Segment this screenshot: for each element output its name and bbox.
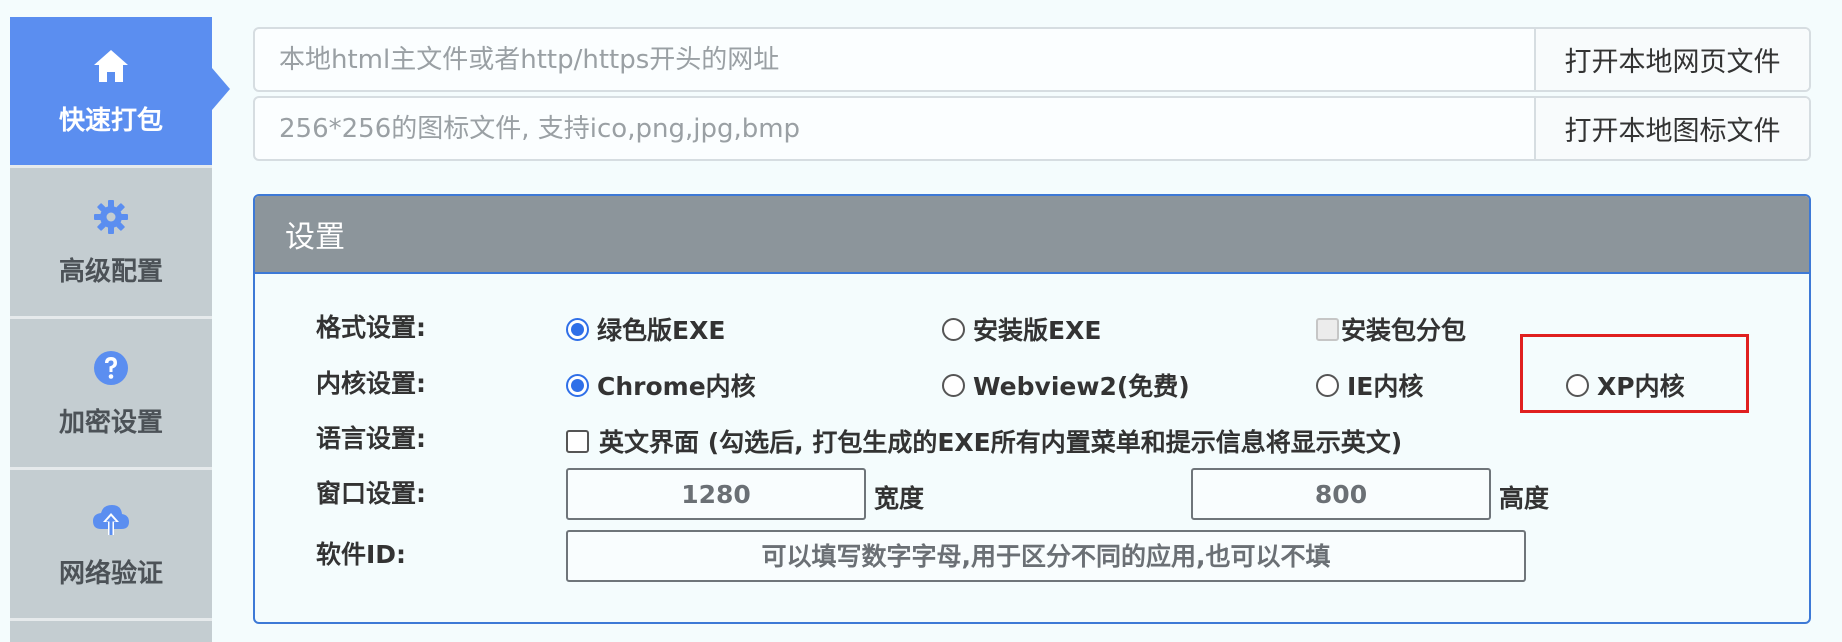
option-label: Webview2(免费): [973, 372, 1190, 401]
english-ui-checkbox[interactable]: 英文界面 (勾选后, 打包生成的EXE所有内置菜单和提示信息将显示英文): [566, 423, 1402, 459]
sidebar-item-label: 快速打包: [58, 105, 163, 136]
radio-icon: [942, 317, 965, 341]
cloud-upload-icon: [91, 499, 131, 539]
width-unit-label: 宽度: [874, 484, 925, 513]
sidebar-item-quick-pack[interactable]: 快速打包: [10, 17, 212, 165]
xp-kernel-highlight: [1520, 334, 1749, 413]
icon-file-row: 打开本地图标文件: [253, 96, 1811, 161]
divider: [10, 618, 212, 621]
option-label: IE内核: [1347, 372, 1424, 401]
language-settings-label: 语言设置:: [316, 424, 426, 453]
icon-path-input[interactable]: [255, 98, 1534, 159]
option-label: 安装版EXE: [973, 316, 1102, 345]
sidebar-item-label: 加密设置: [58, 407, 163, 438]
option-label: 英文界面 (勾选后, 打包生成的EXE所有内置菜单和提示信息将显示英文): [599, 428, 1403, 457]
radio-selected-icon: [566, 373, 589, 397]
software-id-label: 软件ID:: [316, 540, 407, 569]
checkbox-disabled-icon: [1316, 317, 1339, 341]
software-id-input[interactable]: [568, 532, 1524, 580]
gear-icon: [91, 197, 131, 237]
question-circle-icon: [91, 348, 131, 388]
sidebar-item-label: 网络验证: [58, 558, 163, 589]
radio-selected-icon: [566, 317, 589, 341]
open-local-webpage-button[interactable]: 打开本地网页文件: [1534, 29, 1809, 90]
format-green-exe-radio[interactable]: 绿色版EXE: [566, 311, 725, 347]
checkbox-icon: [566, 429, 589, 453]
format-settings-label: 格式设置:: [316, 313, 426, 342]
format-install-exe-radio[interactable]: 安装版EXE: [942, 311, 1101, 347]
window-height-input[interactable]: [1193, 470, 1489, 518]
kernel-webview2-radio[interactable]: Webview2(免费): [942, 367, 1190, 403]
home-icon: [91, 46, 131, 86]
sidebar: 快速打包 高级配置 加密设置 网络验证: [10, 17, 212, 642]
radio-icon: [1316, 373, 1339, 397]
window-height-field: [1191, 468, 1491, 520]
sidebar-item-label: 高级配置: [58, 256, 163, 287]
window-width-input[interactable]: [568, 470, 864, 518]
radio-icon: [942, 373, 965, 397]
option-label: 安装包分包: [1341, 316, 1467, 345]
software-id-field: [566, 530, 1526, 582]
sidebar-item-network-verify[interactable]: 网络验证: [10, 470, 212, 618]
split-package-checkbox[interactable]: 安装包分包: [1316, 311, 1466, 347]
sidebar-item-encryption[interactable]: 加密设置: [10, 319, 212, 467]
settings-panel-title: 设置: [255, 196, 1809, 274]
option-label: 绿色版EXE: [597, 316, 726, 345]
kernel-settings-label: 内核设置:: [316, 369, 426, 398]
html-path-input[interactable]: [255, 29, 1534, 90]
active-indicator-arrow: [212, 68, 230, 110]
window-width-field: [566, 468, 866, 520]
window-settings-label: 窗口设置:: [316, 479, 426, 508]
html-file-row: 打开本地网页文件: [253, 27, 1811, 92]
kernel-chrome-radio[interactable]: Chrome内核: [566, 367, 756, 403]
height-unit-label: 高度: [1499, 484, 1550, 513]
open-local-icon-button[interactable]: 打开本地图标文件: [1534, 98, 1809, 159]
kernel-ie-radio[interactable]: IE内核: [1316, 367, 1423, 403]
sidebar-item-advanced-config[interactable]: 高级配置: [10, 168, 212, 316]
option-label: Chrome内核: [597, 372, 756, 401]
